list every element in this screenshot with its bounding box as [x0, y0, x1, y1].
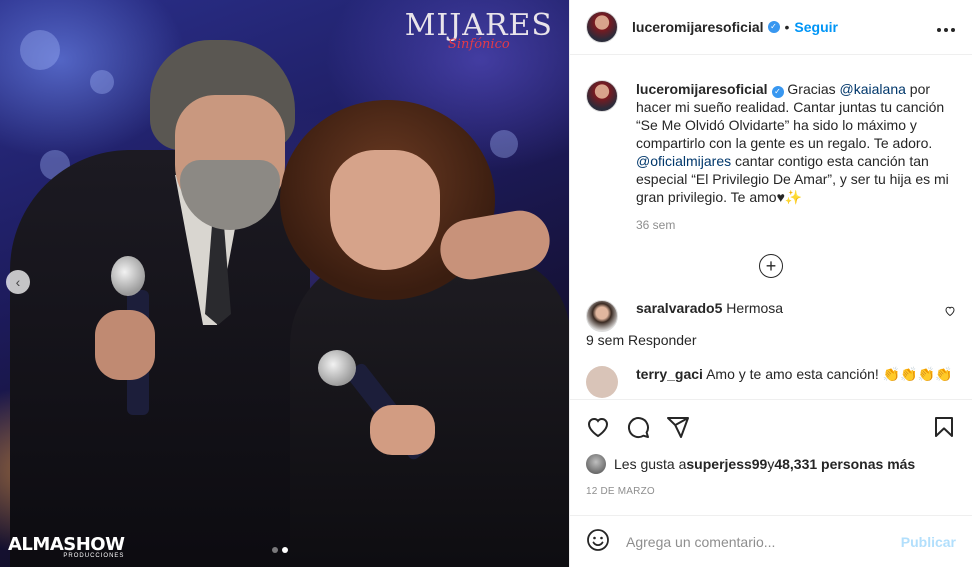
author-avatar[interactable]: [586, 11, 618, 43]
bokeh-light: [490, 130, 518, 158]
bokeh-light: [90, 70, 114, 94]
woman-face: [330, 150, 440, 270]
watermark-title: ALMASHOW: [8, 534, 125, 555]
comment-body: Hermosa: [726, 300, 784, 316]
mijares-logo: MIJARES Sinfónico: [405, 8, 553, 52]
verified-badge-icon: ✓: [771, 86, 784, 98]
heart-icon: [587, 417, 609, 438]
microphone: [111, 256, 145, 296]
comment-text: terry_gaci Amo y te amo esta canción! 👏👏…: [636, 366, 952, 398]
publish-button[interactable]: Publicar: [901, 534, 956, 550]
comment-time[interactable]: 9 sem: [586, 332, 624, 348]
comment-input[interactable]: Agrega un comentario...: [626, 534, 901, 550]
bookmark-icon: [935, 417, 953, 437]
liker-avatar[interactable]: [586, 454, 606, 474]
comment-like-button[interactable]: [944, 304, 956, 320]
carousel-dot-active: [282, 547, 288, 553]
microphone: [318, 350, 356, 386]
mention-link[interactable]: @kaialana: [840, 81, 906, 97]
post-actions: Les gusta a superjess99 y 48,331 persona…: [570, 399, 972, 497]
comment-item: saralvarado5 Hermosa: [586, 300, 956, 332]
commenter-avatar[interactable]: [586, 300, 618, 332]
likes-summary: Les gusta a superjess99 y 48,331 persona…: [586, 454, 956, 474]
carousel-dot: [272, 547, 278, 553]
post-details-panel: luceromijaresoficial ✓ • Seguir luceromi…: [569, 0, 972, 567]
post-caption: luceromijaresoficial ✓ Gracias @kaialana …: [586, 80, 956, 206]
post-date[interactable]: 12 DE MARZO: [586, 486, 956, 497]
comment-meta: 9 sem Responder: [586, 332, 956, 348]
share-icon: [667, 417, 689, 438]
separator-dot: •: [784, 19, 790, 35]
caption-text: luceromijaresoficial ✓ Gracias @kaialana …: [636, 80, 956, 206]
likes-count[interactable]: 48,331 personas más: [774, 456, 915, 472]
add-comment-bar: Agrega un comentario... Publicar: [570, 515, 972, 567]
load-more-comments[interactable]: +: [586, 254, 956, 278]
reply-button[interactable]: Responder: [628, 332, 697, 348]
instagram-post: MIJARES Sinfónico ALMASHOW PRODUCCIONES …: [0, 0, 972, 567]
caption-username[interactable]: luceromijaresoficial: [636, 81, 768, 97]
author-username[interactable]: luceromijaresoficial: [632, 19, 764, 35]
almashow-logo: ALMASHOW PRODUCCIONES: [8, 534, 125, 559]
comment-icon: [627, 417, 649, 439]
emoji-button[interactable]: [586, 528, 610, 555]
carousel-indicator: [272, 547, 288, 553]
share-button[interactable]: [666, 415, 690, 439]
commenter-username[interactable]: saralvarado5: [636, 300, 722, 316]
likes-prefix: Les gusta a: [614, 456, 687, 472]
liker-username[interactable]: superjess99: [686, 456, 767, 472]
likes-middle: y: [767, 456, 775, 472]
mention-link[interactable]: @oficialmijares: [636, 153, 731, 169]
heart-icon: [945, 306, 955, 317]
chevron-left-icon: ‹: [15, 274, 21, 290]
like-button[interactable]: [586, 415, 610, 439]
man-hand: [95, 310, 155, 380]
caption-part: Gracias: [783, 81, 840, 97]
verified-badge-icon: ✓: [767, 21, 780, 33]
comment-text: saralvarado5 Hermosa: [636, 300, 783, 316]
post-photo[interactable]: MIJARES Sinfónico ALMASHOW PRODUCCIONES …: [0, 0, 569, 567]
post-header: luceromijaresoficial ✓ • Seguir: [570, 0, 972, 55]
comment-item: terry_gaci Amo y te amo esta canción! 👏👏…: [586, 366, 956, 398]
caption-timestamp[interactable]: 36 sem: [636, 218, 956, 232]
woman-hand: [370, 405, 435, 455]
save-button[interactable]: [932, 415, 956, 439]
woman-figure: [290, 255, 569, 567]
previous-photo-button[interactable]: ‹: [6, 270, 30, 294]
commenter-avatar[interactable]: [586, 366, 618, 398]
plus-circle-icon: +: [759, 254, 783, 278]
more-icon: [937, 27, 955, 32]
comment-body: Amo y te amo esta canción! 👏👏👏👏: [706, 366, 953, 382]
more-options-button[interactable]: [936, 17, 956, 38]
comments-section[interactable]: luceromijaresoficial ✓ Gracias @kaialana …: [570, 56, 972, 399]
comment-button[interactable]: [626, 415, 650, 439]
follow-button[interactable]: Seguir: [794, 19, 838, 35]
emoji-icon: [587, 529, 609, 551]
commenter-username[interactable]: terry_gaci: [636, 366, 703, 382]
bokeh-light: [20, 30, 60, 70]
caption-avatar[interactable]: [586, 80, 618, 112]
action-icons: [586, 412, 956, 442]
